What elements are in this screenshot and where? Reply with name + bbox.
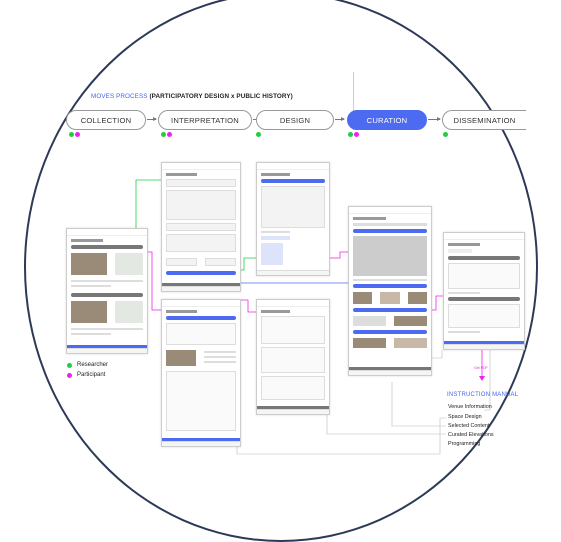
legend-researcher: Researcher — [67, 362, 108, 368]
legend-participant-label: Participant — [77, 372, 106, 378]
participant-swatch — [67, 372, 72, 378]
diagram-stage: MOVES PROCESS (PARTICIPATORY DESIGN x PU… — [0, 0, 561, 542]
get-pdf-label: Get PDF — [474, 366, 488, 370]
manual-item: Selected Content — [448, 423, 490, 429]
connector-grey — [236, 417, 446, 455]
screen-select-content — [256, 299, 330, 415]
manual-title: INSTRUCTION MANUAL — [447, 392, 519, 398]
manual-item: Venue Information — [448, 404, 492, 410]
screen-add-venue — [161, 162, 241, 292]
screen-venue-detail — [161, 299, 241, 447]
manual-item: Programming — [448, 441, 481, 447]
screen-programming — [443, 232, 525, 350]
legend-participant: Participant — [67, 372, 105, 378]
screen-curation — [348, 206, 432, 376]
manual-item: Space Design — [448, 414, 482, 420]
screen-space-design — [256, 162, 330, 276]
legend-researcher-label: Researcher — [77, 362, 109, 368]
connector-grey — [484, 345, 491, 411]
connector-grey — [391, 382, 446, 427]
arrow-head — [479, 376, 485, 381]
screen-venue-list — [66, 228, 148, 354]
manual-item: Curated Elevations — [448, 432, 494, 438]
researcher-swatch — [67, 362, 72, 368]
connector-grey — [326, 414, 446, 435]
